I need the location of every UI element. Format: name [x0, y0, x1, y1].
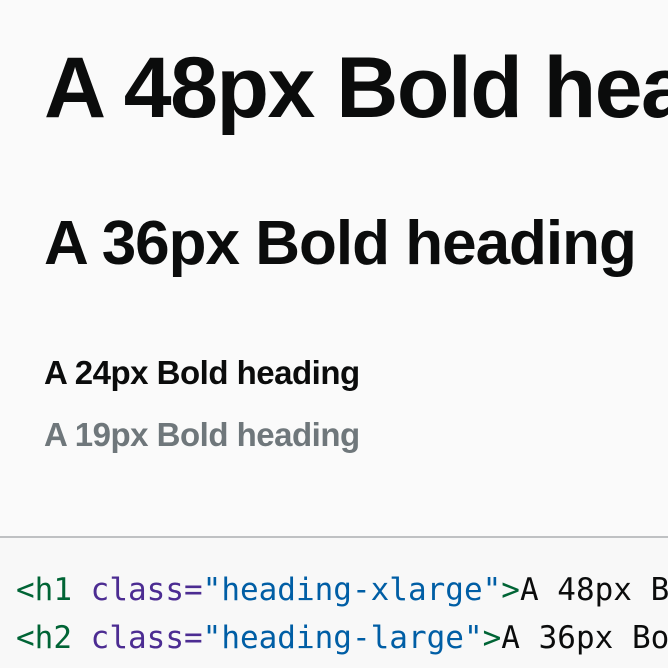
code-text: A 48px Bold heading</h1> [519, 572, 668, 608]
heading-medium: A 24px Bold heading [44, 354, 360, 391]
code-attribute-value: "heading-large" [202, 620, 483, 656]
code-tag-open: <h2 [16, 620, 72, 656]
code-example: <h1 class="heading-xlarge">A 48px Bold h… [0, 538, 668, 668]
heading-xlarge: A 48px Bold heading [44, 40, 668, 136]
code-line: <h2 class="heading-large">A 36px Bold he… [16, 618, 668, 658]
example-preview: A 48px Bold heading A 36px Bold heading … [0, 0, 668, 536]
code-attribute-value: "heading-xlarge" [202, 572, 502, 608]
code-text: A 36px Bold heading</h2> [501, 620, 668, 656]
code-line: <h1 class="heading-xlarge">A 48px Bold h… [16, 570, 668, 610]
code-tag-open: <h1 [16, 572, 72, 608]
heading-large: A 36px Bold heading [44, 209, 637, 278]
code-tag-close: > [482, 620, 502, 656]
code-tag-close: > [501, 572, 520, 608]
heading-small: A 19px Bold heading [44, 416, 360, 453]
code-attribute: class= [72, 620, 203, 656]
code-attribute: class= [72, 572, 203, 608]
